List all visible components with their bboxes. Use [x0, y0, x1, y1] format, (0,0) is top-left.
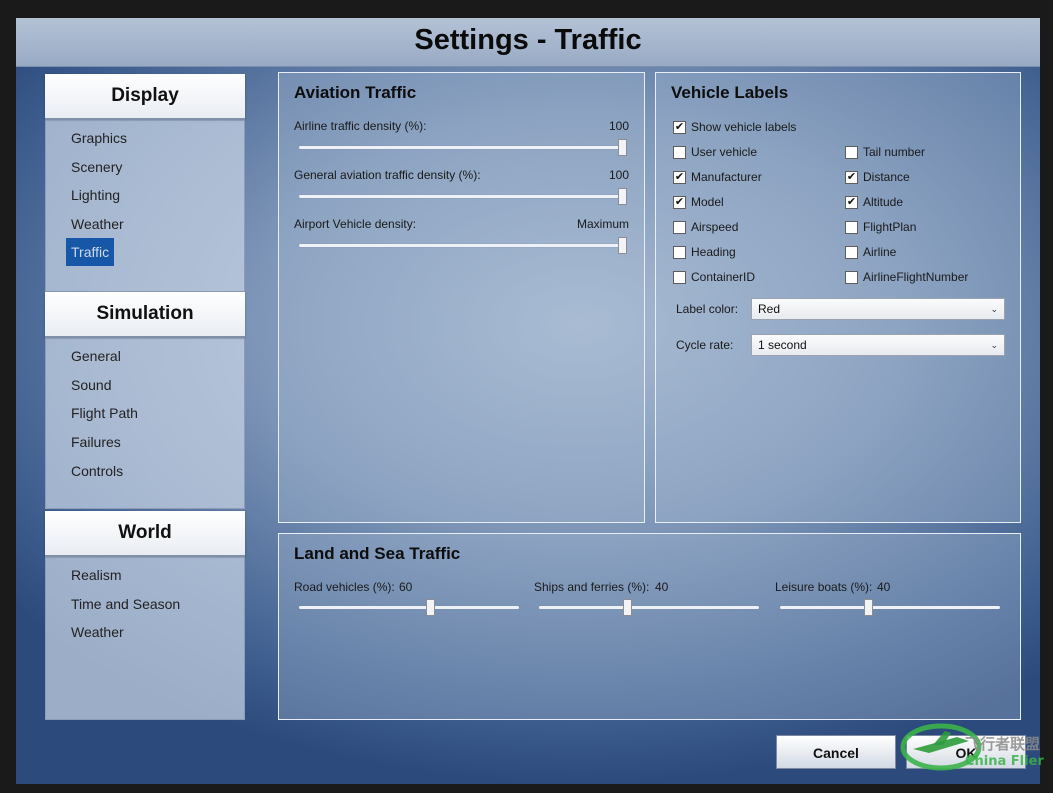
- slider-thumb[interactable]: [618, 237, 627, 254]
- slider-label: General aviation traffic density (%):: [294, 168, 481, 182]
- nav-item-sound[interactable]: Sound: [66, 371, 116, 399]
- checkbox-label: AirlineFlightNumber: [863, 270, 969, 284]
- slider-value: 60: [399, 580, 413, 594]
- checkbox-label: ContainerID: [691, 270, 756, 284]
- ships-and-ferries-slider[interactable]: [539, 599, 759, 616]
- slider-value: 40: [655, 580, 669, 594]
- model-checkbox[interactable]: ✔: [673, 196, 686, 209]
- nav-list: Realism Time and Season Weather: [45, 557, 245, 720]
- nav-list: Graphics Scenery Lighting Weather Traffi…: [45, 120, 245, 292]
- select-value: 1 second: [758, 338, 807, 352]
- nav-list: General Sound Flight Path Failures Contr…: [45, 338, 245, 509]
- user-vehicle-checkbox[interactable]: [673, 146, 686, 159]
- nav-group-title: Simulation: [45, 292, 245, 338]
- nav-item-scenery[interactable]: Scenery: [66, 153, 127, 181]
- window-title: Settings - Traffic: [414, 24, 642, 56]
- general-aviation-density-slider[interactable]: [299, 188, 627, 205]
- chevron-down-icon: ⌄: [990, 340, 998, 350]
- road-vehicles-slider[interactable]: [299, 599, 519, 616]
- label-color-select[interactable]: Red ⌄: [751, 298, 1005, 320]
- nav-group-title: World: [45, 511, 245, 557]
- chevron-down-icon: ⌄: [990, 304, 998, 314]
- select-value: Red: [758, 302, 781, 316]
- title-bar: Settings - Traffic: [16, 18, 1040, 67]
- land-and-sea-traffic-panel: Land and Sea Traffic Road vehicles (%): …: [278, 533, 1021, 720]
- nav-item-weather[interactable]: Weather: [66, 618, 129, 646]
- aviation-traffic-panel: Aviation Traffic Airline traffic density…: [278, 72, 645, 523]
- show-vehicle-labels-checkbox[interactable]: ✔: [673, 121, 686, 134]
- nav-item-weather[interactable]: Weather: [66, 210, 129, 238]
- checkbox-label: User vehicle: [691, 145, 758, 159]
- checkbox-label: Model: [691, 195, 724, 209]
- slider-label: Airport Vehicle density:: [294, 217, 417, 231]
- tail-number-checkbox[interactable]: [845, 146, 858, 159]
- settings-window: Settings - Traffic Display Graphics Scen…: [16, 18, 1040, 784]
- nav-item-traffic[interactable]: Traffic: [66, 238, 115, 266]
- airline-checkbox[interactable]: [845, 246, 858, 259]
- leisure-boats-slider[interactable]: [780, 599, 1000, 616]
- nav-item-graphics[interactable]: Graphics: [66, 124, 132, 152]
- checkbox-label: Distance: [863, 170, 910, 184]
- slider-thumb[interactable]: [425, 599, 435, 616]
- slider-value: 100: [608, 168, 629, 182]
- manufacturer-checkbox[interactable]: ✔: [673, 171, 686, 184]
- nav-group-title: Display: [45, 74, 245, 120]
- panel-title: Vehicle Labels: [671, 83, 789, 102]
- checkbox-label: Airspeed: [691, 220, 739, 234]
- airspeed-checkbox[interactable]: [673, 221, 686, 234]
- airline-density-slider[interactable]: [299, 139, 627, 156]
- checkbox-label: Altitude: [863, 195, 904, 209]
- cycle-rate-label: Cycle rate:: [676, 338, 734, 352]
- slider-label: Ships and ferries (%):: [534, 580, 650, 594]
- airport-vehicle-density-slider[interactable]: [299, 237, 627, 254]
- slider-value: 40: [877, 580, 891, 594]
- svg-text:China Flier: China Flier: [965, 754, 1044, 769]
- distance-checkbox[interactable]: ✔: [845, 171, 858, 184]
- slider-label: Road vehicles (%):: [294, 580, 395, 594]
- checkbox-label: FlightPlan: [863, 220, 917, 234]
- slider-value: 100: [608, 119, 629, 133]
- heading-checkbox[interactable]: [673, 246, 686, 259]
- cycle-rate-select[interactable]: 1 second ⌄: [751, 334, 1005, 356]
- cancel-button[interactable]: Cancel: [776, 735, 896, 769]
- panel-title: Land and Sea Traffic: [294, 544, 461, 563]
- slider-thumb[interactable]: [864, 599, 874, 616]
- slider-thumb[interactable]: [623, 599, 633, 616]
- checkbox-label: Show vehicle labels: [691, 120, 797, 134]
- containerid-checkbox[interactable]: [673, 271, 686, 284]
- vehicle-labels-panel: Vehicle Labels ✔ Show vehicle labels Use…: [655, 72, 1021, 523]
- nav-item-lighting[interactable]: Lighting: [66, 181, 125, 209]
- nav-item-general[interactable]: General: [66, 342, 126, 370]
- slider-thumb[interactable]: [618, 139, 627, 156]
- flightplan-checkbox[interactable]: [845, 221, 858, 234]
- checkbox-label: Tail number: [863, 145, 926, 159]
- checkbox-label: Heading: [691, 245, 736, 259]
- china-flier-watermark-logo: 飞行者联盟 China Flier: [900, 723, 1044, 771]
- slider-label: Leisure boats (%):: [775, 580, 873, 594]
- nav-item-flight-path[interactable]: Flight Path: [66, 399, 143, 427]
- slider-label: Airline traffic density (%):: [294, 119, 427, 133]
- checkbox-label: Airline: [863, 245, 897, 259]
- checkbox-label: Manufacturer: [691, 170, 762, 184]
- svg-text:飞行者联盟: 飞行者联盟: [965, 735, 1040, 753]
- nav-item-realism[interactable]: Realism: [66, 561, 127, 589]
- nav-item-failures[interactable]: Failures: [66, 428, 126, 456]
- slider-thumb[interactable]: [618, 188, 627, 205]
- nav-item-time-and-season[interactable]: Time and Season: [66, 590, 185, 618]
- slider-value: Maximum: [576, 217, 629, 231]
- label-color-label: Label color:: [676, 302, 739, 316]
- airline-flight-number-checkbox[interactable]: [845, 271, 858, 284]
- altitude-checkbox[interactable]: ✔: [845, 196, 858, 209]
- nav-item-controls[interactable]: Controls: [66, 457, 128, 485]
- panel-title: Aviation Traffic: [294, 83, 417, 102]
